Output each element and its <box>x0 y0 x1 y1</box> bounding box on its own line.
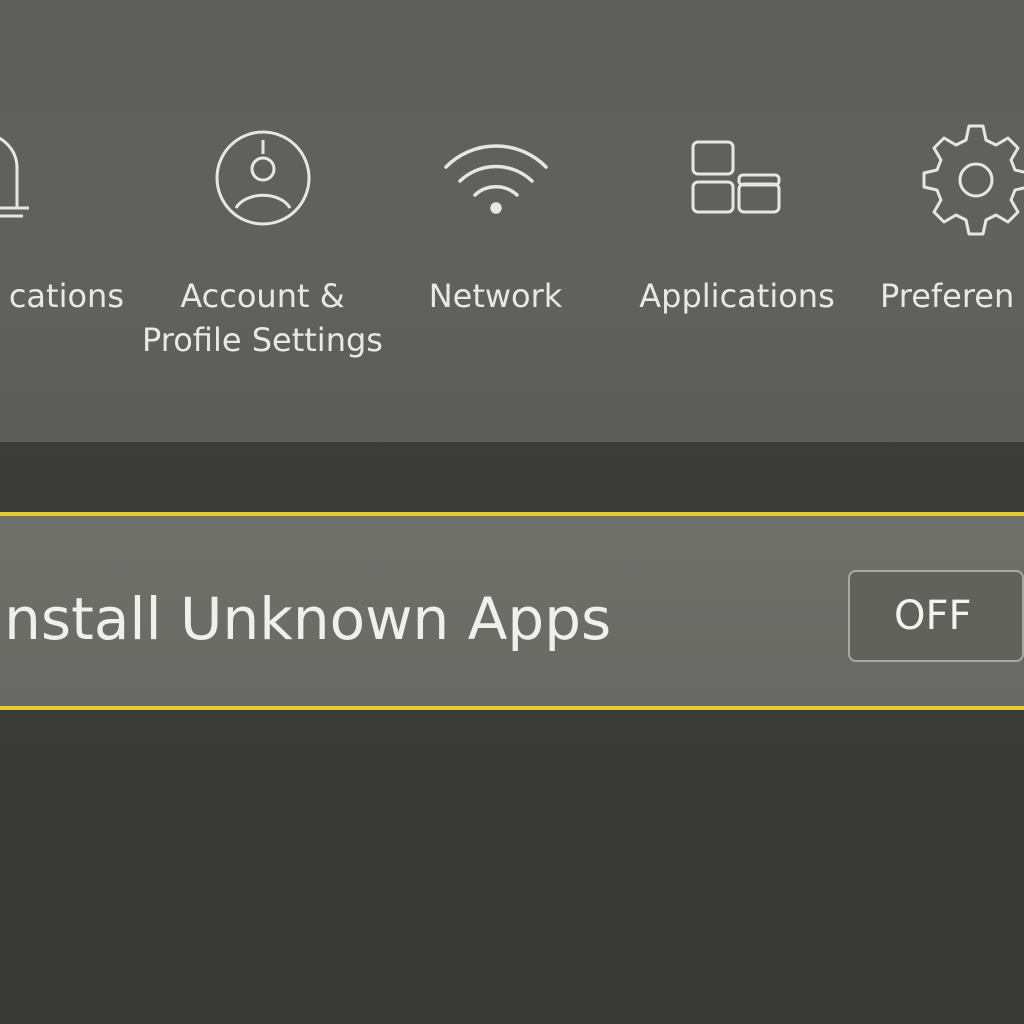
settings-screen: cations Account & Profile Settings Netwo… <box>0 0 1024 1024</box>
menu-item-label: Network <box>428 277 563 315</box>
user-profile-icon <box>203 120 323 240</box>
toggle-value: OFF <box>894 593 972 639</box>
menu-item-applications[interactable]: Applications <box>628 0 846 442</box>
menu-item-label: Account & Profile Settings <box>142 277 383 359</box>
menu-item-notifications[interactable]: cations <box>0 0 134 442</box>
wifi-icon <box>436 120 556 240</box>
menu-item-label: cations <box>8 277 124 315</box>
settings-menu: cations Account & Profile Settings Netwo… <box>0 0 1024 442</box>
menu-item-account-profile[interactable]: Account & Profile Settings <box>130 0 395 442</box>
menu-item-label: Preferen <box>880 277 1015 315</box>
install-unknown-apps-row[interactable]: install Unknown Apps OFF <box>0 512 1024 710</box>
menu-item-preferences[interactable]: Preferen <box>860 0 1024 442</box>
apps-icon <box>677 120 797 240</box>
bell-icon <box>0 120 43 240</box>
menu-item-network[interactable]: Network <box>403 0 588 442</box>
gear-icon <box>916 120 1024 240</box>
menu-item-label: Applications <box>639 277 835 315</box>
setting-label: install Unknown Apps <box>0 585 612 653</box>
install-unknown-apps-toggle[interactable]: OFF <box>848 570 1024 662</box>
